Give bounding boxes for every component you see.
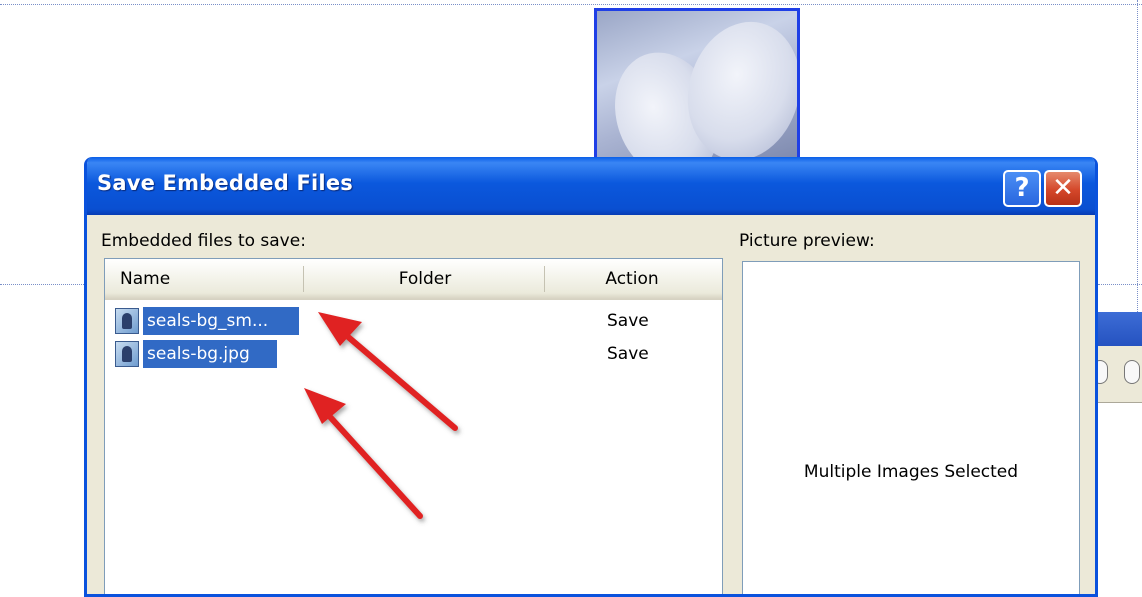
- file-name[interactable]: seals-bg.jpg: [143, 340, 277, 368]
- column-header-folder[interactable]: Folder: [305, 259, 545, 299]
- column-separator[interactable]: [544, 266, 545, 292]
- page-divider-left: [0, 284, 84, 285]
- table-row[interactable]: seals-bg.jpg Save: [115, 339, 715, 369]
- column-header-name[interactable]: Name: [120, 259, 170, 299]
- preview-message: Multiple Images Selected: [803, 462, 1019, 482]
- image-file-icon: [115, 341, 139, 367]
- column-header-action[interactable]: Action: [547, 259, 717, 299]
- files-label: Embedded files to save:: [101, 231, 306, 251]
- file-name[interactable]: seals-bg_sm...: [143, 307, 299, 335]
- selected-seal-image[interactable]: [594, 8, 800, 160]
- background-window-toolbar: [1092, 346, 1142, 403]
- column-separator[interactable]: [303, 266, 304, 292]
- dialog-titlebar[interactable]: Save Embedded Files ? ✕: [87, 157, 1095, 215]
- preview-label: Picture preview:: [739, 231, 875, 251]
- background-window-titlebar: [1098, 312, 1142, 346]
- close-icon: ✕: [1052, 173, 1074, 203]
- forward-nav-icon: [1124, 360, 1140, 384]
- image-file-icon: [115, 308, 139, 334]
- table-row[interactable]: seals-bg_sm... Save: [115, 306, 715, 336]
- list-header: Name Folder Action: [105, 259, 722, 300]
- help-button[interactable]: ?: [1003, 170, 1041, 207]
- page-divider-top: [0, 4, 1142, 5]
- embedded-files-list[interactable]: Name Folder Action seals-bg_sm... Save s…: [104, 258, 723, 594]
- page-margin-line: [1137, 0, 1138, 320]
- file-action[interactable]: Save: [607, 340, 649, 368]
- close-button[interactable]: ✕: [1044, 170, 1082, 207]
- file-action[interactable]: Save: [607, 307, 649, 335]
- picture-preview-pane: Multiple Images Selected: [742, 261, 1080, 594]
- dialog-title: Save Embedded Files: [97, 171, 353, 195]
- page-divider-right: [1098, 284, 1142, 285]
- save-embedded-files-dialog: Save Embedded Files ? ✕ Embedded files t…: [84, 157, 1098, 597]
- question-icon: ?: [1014, 173, 1030, 203]
